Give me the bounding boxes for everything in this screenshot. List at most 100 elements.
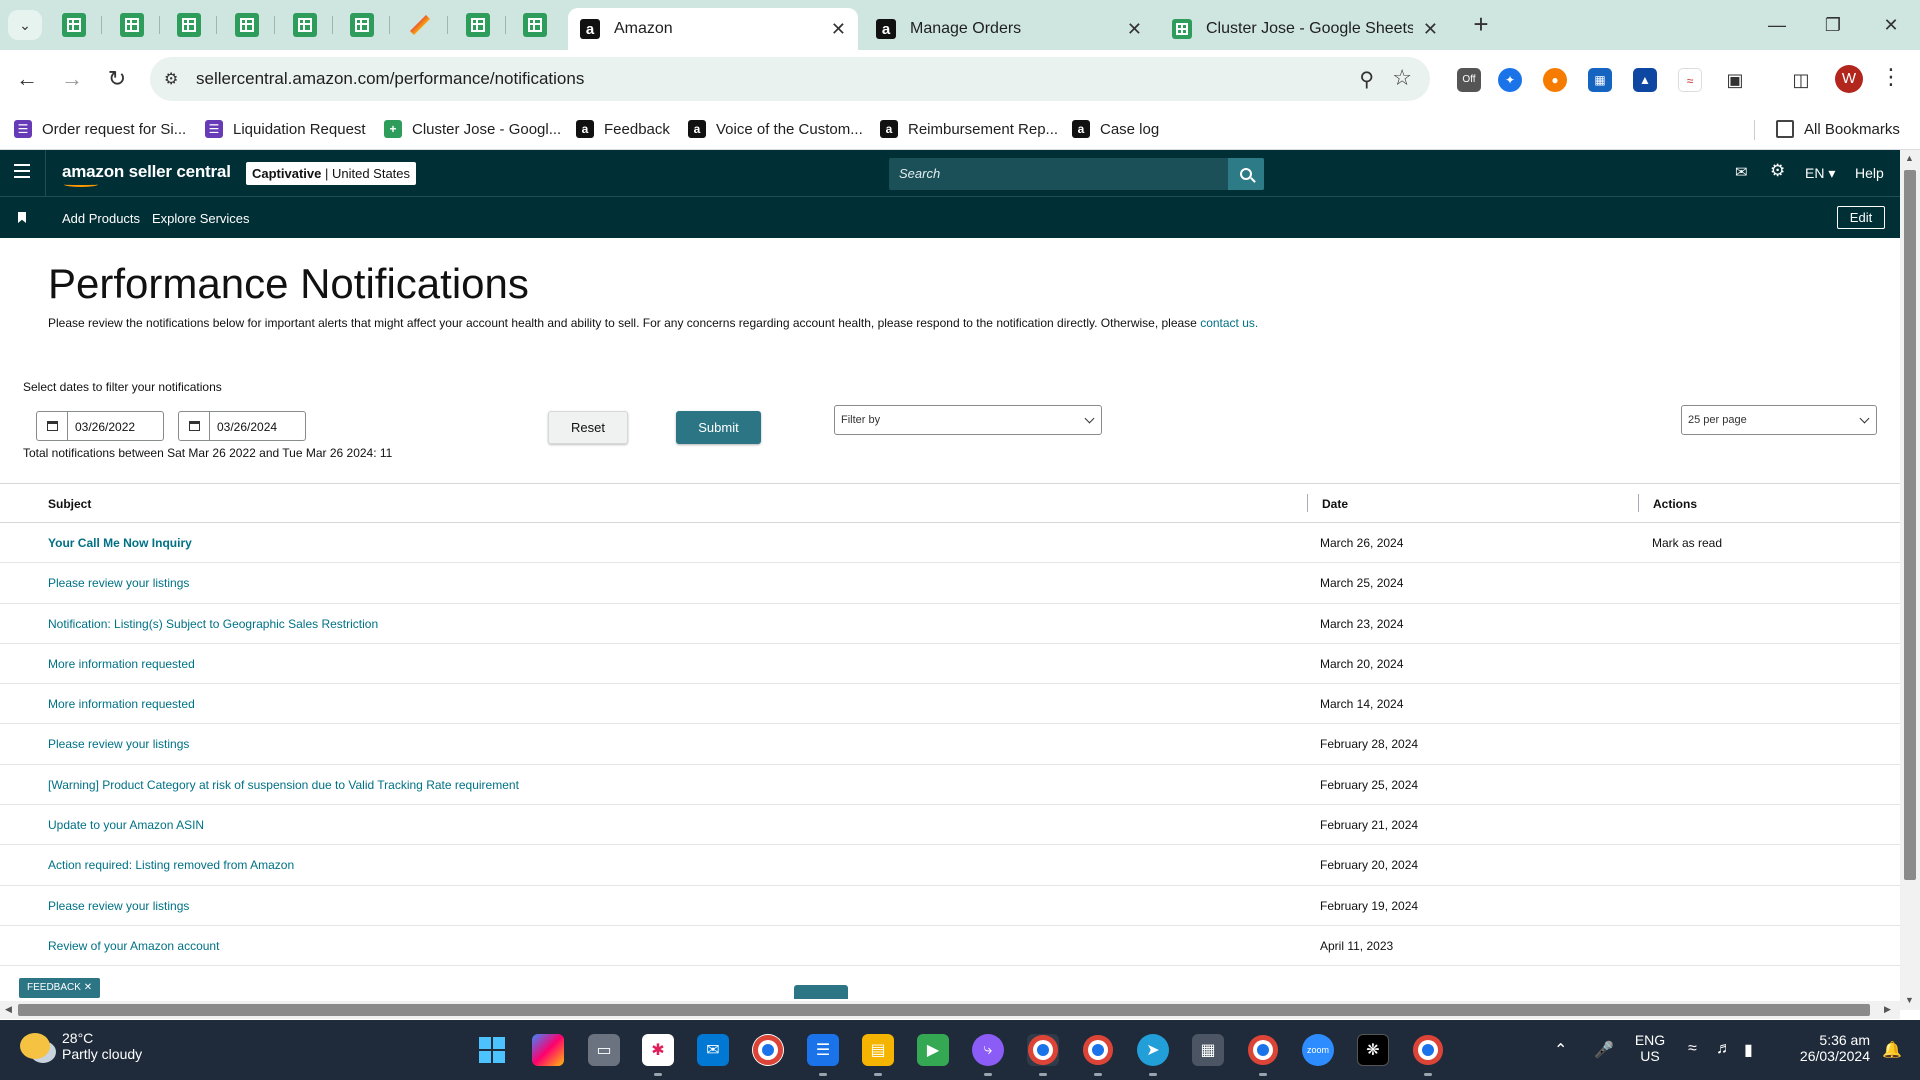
more-menu-icon[interactable]: ⋮ [1880, 64, 1902, 90]
table-row[interactable]: [Warning] Product Category at risk of su… [0, 765, 1900, 806]
seller-central-logo[interactable]: amazon seller central [62, 162, 231, 187]
notification-subject-link[interactable]: Please review your listings [48, 737, 189, 751]
back-button[interactable]: ← [10, 62, 44, 96]
table-row[interactable]: Review of your Amazon account April 11, 2… [0, 926, 1900, 967]
bookmark-case-log[interactable]: a Case log [1072, 116, 1159, 142]
search-button[interactable] [1228, 158, 1264, 190]
menu-icon[interactable] [14, 164, 30, 178]
profile-avatar[interactable]: W [1835, 65, 1863, 93]
google-meet-icon[interactable]: ▶ [917, 1034, 949, 1066]
horizontal-scrollbar[interactable]: ◀ ▶ [0, 1001, 1900, 1019]
notification-subject-link[interactable]: Action required: Listing removed from Am… [48, 858, 294, 872]
telegram-icon[interactable]: ➤ [1137, 1034, 1169, 1076]
notification-subject-link[interactable]: [Warning] Product Category at risk of su… [48, 778, 519, 792]
chevron-up-icon[interactable]: ⌃ [1554, 1040, 1567, 1060]
scroll-down-arrow[interactable]: ▼ [1905, 995, 1914, 1005]
notification-subject-link[interactable]: Please review your listings [48, 899, 189, 913]
tab-amazon[interactable]: a Amazon ✕ [568, 8, 858, 50]
clock[interactable]: 5:36 am 26/03/2024 [1780, 1032, 1870, 1064]
notification-subject-link[interactable]: Please review your listings [48, 576, 189, 590]
bookmark-icon[interactable] [18, 212, 26, 223]
chrome-profile-2-icon[interactable] [1247, 1034, 1279, 1076]
extension-grid-icon[interactable]: ▦ [1588, 68, 1612, 92]
close-window-button[interactable]: ✕ [1866, 8, 1916, 42]
column-resize-handle[interactable] [1638, 494, 1639, 512]
bookmark-order-request[interactable]: ☰ Order request for Si... [14, 116, 186, 142]
battery-icon[interactable]: ▮ [1744, 1040, 1753, 1060]
column-resize-handle[interactable] [1307, 494, 1308, 512]
notification-subject-link[interactable]: Notification: Listing(s) Subject to Geog… [48, 617, 378, 631]
bookmark-reimbursement[interactable]: a Reimbursement Rep... [880, 116, 1058, 142]
input-language[interactable]: ENG US [1628, 1032, 1672, 1064]
reset-button[interactable]: Reset [548, 411, 628, 444]
zoom-icon[interactable]: zoom [1302, 1034, 1334, 1066]
address-bar[interactable]: ⚙ sellercentral.amazon.com/performance/n… [150, 57, 1430, 101]
copilot-icon[interactable] [532, 1034, 564, 1066]
bookmark-star-icon[interactable]: ☆ [1392, 65, 1412, 91]
scroll-up-arrow[interactable]: ▲ [1905, 153, 1914, 163]
table-row[interactable]: More information requested March 20, 2024 [0, 644, 1900, 685]
notification-subject-link[interactable]: Review of your Amazon account [48, 939, 219, 953]
extension-off-icon[interactable]: Off [1457, 68, 1481, 92]
end-date-input[interactable]: 03/26/2024 [178, 411, 306, 441]
explore-services-link[interactable]: Explore Services [152, 211, 250, 226]
file-explorer-icon[interactable]: ▤ [862, 1034, 894, 1076]
table-row[interactable]: Please review your listings February 19, … [0, 886, 1900, 926]
language-selector[interactable]: EN ▾ [1805, 165, 1835, 182]
bookmark-feedback[interactable]: a Feedback [576, 116, 670, 142]
extension-red-icon[interactable]: ≈ [1678, 68, 1702, 92]
table-row[interactable]: More information requested March 14, 2024 [0, 684, 1900, 725]
task-view-icon[interactable]: ▭ [588, 1034, 620, 1066]
extension-orange-icon[interactable]: ● [1543, 68, 1567, 92]
all-bookmarks-button[interactable]: All Bookmarks [1776, 116, 1900, 142]
calculator-icon[interactable]: ▦ [1192, 1034, 1224, 1066]
contact-us-link[interactable]: contact us. [1200, 316, 1258, 330]
windows-start-icon[interactable] [476, 1034, 508, 1066]
pinned-tab-sheets-5[interactable] [293, 13, 333, 37]
date-header[interactable]: Date [1322, 497, 1348, 511]
vertical-scrollbar[interactable]: ▲ ▼ [1900, 150, 1920, 1010]
extensions-puzzle-icon[interactable]: ▣ [1723, 68, 1747, 92]
extension-chart-icon[interactable]: ▲ [1633, 68, 1657, 92]
close-icon[interactable]: ✕ [84, 982, 92, 993]
pinned-tab-sheets-6[interactable] [350, 13, 390, 37]
notification-bell-icon[interactable]: 🔔 [1882, 1040, 1902, 1060]
chatgpt-icon[interactable]: ❋ [1357, 1034, 1389, 1066]
restore-button[interactable]: ❐ [1808, 8, 1858, 42]
search-placeholder[interactable]: Search [899, 166, 940, 181]
zoom-icon[interactable]: ⚲ [1359, 67, 1374, 92]
weather-widget[interactable]: 28°C Partly cloudy [20, 1030, 142, 1062]
chrome-icon[interactable] [752, 1034, 784, 1066]
seller-search-box[interactable]: Search [889, 158, 1264, 190]
scrollbar-thumb[interactable] [18, 1004, 1870, 1016]
subject-header[interactable]: Subject [48, 497, 91, 511]
calendar-icon[interactable] [179, 412, 210, 440]
notification-subject-link[interactable]: More information requested [48, 657, 195, 671]
pinned-tab-sheets-2[interactable] [120, 13, 160, 37]
microphone-icon[interactable]: 🎤 [1594, 1040, 1614, 1060]
chrome-profile-icon[interactable] [1082, 1034, 1114, 1076]
table-row[interactable]: Your Call Me Now Inquiry March 26, 2024 Ma… [0, 523, 1900, 564]
end-date-value[interactable]: 03/26/2024 [217, 420, 277, 434]
mail-icon[interactable]: ✉ [1735, 163, 1748, 181]
site-settings-icon[interactable]: ⚙ [164, 69, 184, 89]
tab-search-button[interactable]: ⌄ [8, 10, 42, 40]
messenger-icon[interactable]: ⤷ [972, 1034, 1004, 1076]
forward-button[interactable]: → [55, 62, 89, 96]
volume-icon[interactable]: ♬ [1716, 1040, 1732, 1058]
bookmark-cluster-jose[interactable]: + Cluster Jose - Googl... [384, 116, 561, 142]
filter-by-select[interactable]: Filter by [834, 405, 1102, 435]
side-panel-icon[interactable]: ◫ [1789, 68, 1813, 92]
scroll-right-arrow[interactable]: ▶ [1884, 1004, 1891, 1015]
submit-button[interactable]: Submit [676, 411, 761, 444]
start-date-input[interactable]: 03/26/2022 [36, 411, 164, 441]
gear-icon[interactable]: ⚙ [1770, 161, 1785, 181]
notepad-icon[interactable]: ☰ [807, 1034, 839, 1076]
mail-app-icon[interactable]: ✉ [697, 1034, 729, 1066]
chrome-profile-3-icon[interactable] [1412, 1034, 1444, 1076]
notification-subject-link[interactable]: More information requested [48, 697, 195, 711]
tab-manage-orders[interactable]: a Manage Orders ✕ [864, 8, 1154, 50]
new-tab-button[interactable]: + [1466, 10, 1496, 40]
slack-icon[interactable]: ✱ [642, 1034, 674, 1076]
wifi-icon[interactable]: ≈ [1688, 1040, 1697, 1058]
